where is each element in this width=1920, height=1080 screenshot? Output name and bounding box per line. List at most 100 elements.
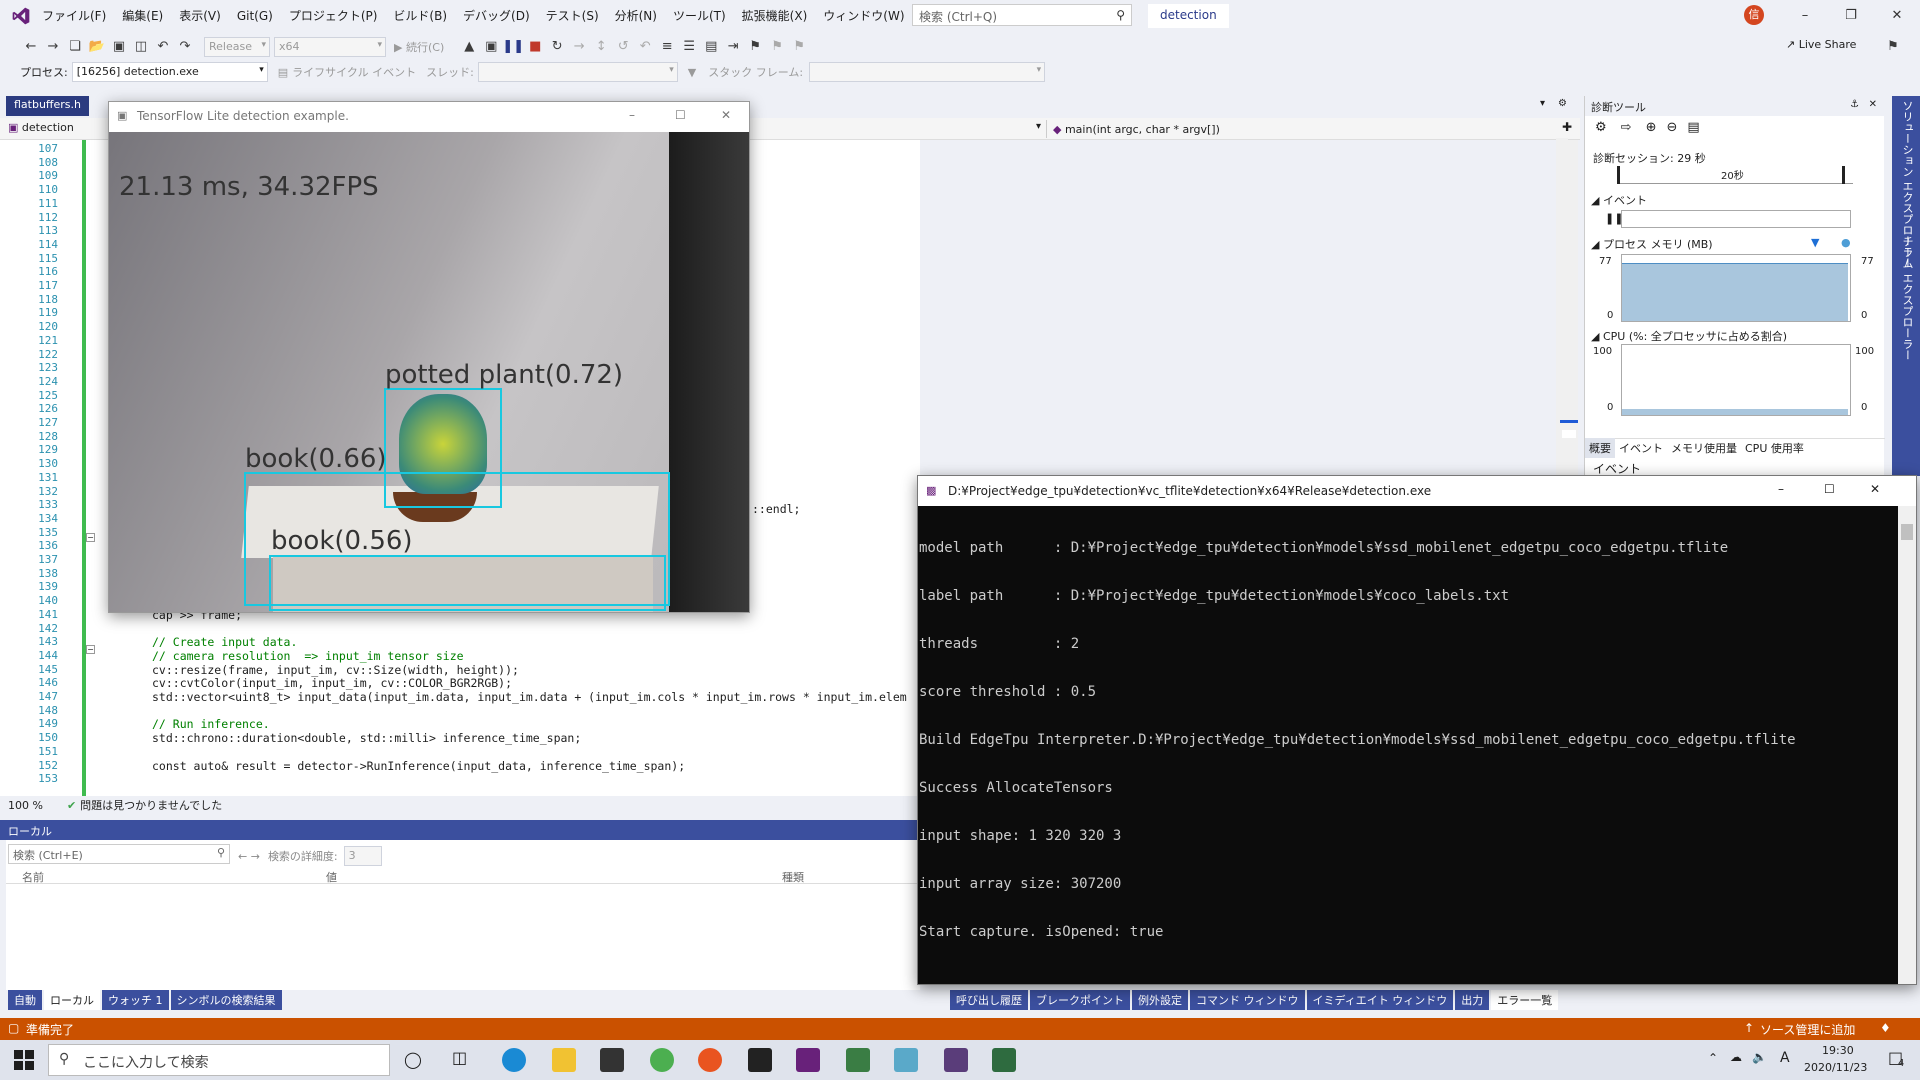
timeline-ruler[interactable]: 20秒	[1617, 166, 1853, 184]
menu-file[interactable]: ファイル(F)	[34, 0, 114, 32]
export-icon[interactable]: ⇨	[1621, 120, 1632, 135]
depth-select[interactable]: 3	[343, 846, 382, 866]
step-out-icon[interactable]: ↺	[612, 36, 634, 58]
pin-icon[interactable]: ⚓	[1850, 99, 1859, 110]
tf-window-title-bar[interactable]: ▣ TensorFlow Lite detection example. – ☐…	[109, 102, 749, 132]
bookmark-icon[interactable]: ⚑	[744, 36, 766, 58]
edge-icon[interactable]	[502, 1048, 526, 1072]
tab-memory-usage[interactable]: メモリ使用量	[1667, 438, 1741, 458]
windows-start-icon[interactable]	[14, 1050, 34, 1070]
tab-breakpoints[interactable]: ブレークポイント	[1030, 990, 1130, 1010]
console-window[interactable]: ▩ D:¥Project¥edge_tpu¥detection¥vc_tflit…	[917, 475, 1917, 985]
tab-events[interactable]: イベント	[1615, 438, 1667, 458]
collapse-arrow-icon[interactable]: ◢	[1591, 238, 1599, 251]
tab-flatbuffers-h[interactable]: flatbuffers.h	[6, 96, 90, 116]
menu-view[interactable]: 表示(V)	[171, 0, 229, 32]
menu-project[interactable]: プロジェクト(P)	[281, 0, 386, 32]
chevron-down-icon[interactable]: ▾	[1036, 121, 1041, 132]
tab-exception-settings[interactable]: 例外設定	[1132, 990, 1188, 1010]
process-select[interactable]: [16256] detection.exe ▾	[71, 62, 268, 82]
new-project-icon[interactable]: ❏	[64, 36, 86, 58]
maximize-button[interactable]: ☐	[1824, 482, 1835, 496]
chrome-icon[interactable]	[650, 1048, 674, 1072]
console-title-bar[interactable]: ▩ D:¥Project¥edge_tpu¥detection¥vc_tflit…	[918, 476, 1916, 506]
filter-icon[interactable]: ▼	[688, 66, 696, 79]
cpu-chart[interactable]	[1621, 344, 1851, 416]
back-icon[interactable]: ←	[238, 850, 247, 863]
platform-select[interactable]: x64 ▾	[274, 37, 386, 57]
feedback-icon[interactable]: ⚑	[1882, 36, 1904, 58]
debug-console-icon[interactable]	[944, 1048, 968, 1072]
console-output[interactable]: model path : D:¥Project¥edge_tpu¥detecti…	[918, 506, 1898, 984]
scroll-thumb[interactable]	[1562, 430, 1576, 438]
tab-summary[interactable]: 概要	[1585, 437, 1615, 458]
collapse-arrow-icon[interactable]: ◢	[1591, 194, 1599, 207]
open-file-icon[interactable]: 📂	[86, 36, 108, 58]
close-icon[interactable]: ✕	[1869, 99, 1877, 110]
column-header-name[interactable]: 名前	[22, 869, 44, 885]
cortana-icon[interactable]: ◯	[404, 1050, 422, 1069]
thread-select[interactable]: ▾	[477, 62, 678, 82]
step-back-icon[interactable]: ↶	[634, 36, 656, 58]
tab-team-explorer[interactable]: チーム エクスプローラー	[1899, 236, 1915, 361]
tab-cpu-usage[interactable]: CPU 使用率	[1741, 438, 1808, 458]
zoom-level[interactable]: 100 %	[8, 799, 43, 812]
project-nav[interactable]: ▣ detection	[8, 121, 74, 134]
vertical-scrollbar[interactable]	[1560, 140, 1578, 476]
minimize-button[interactable]: –	[1782, 0, 1828, 32]
next-bookmark-icon[interactable]: ⚑	[788, 36, 810, 58]
screenshot-icon[interactable]: ▣	[480, 36, 502, 58]
source-control-button[interactable]: ソース管理に追加	[1760, 1021, 1855, 1038]
tab-call-stack[interactable]: 呼び出し履歴	[950, 990, 1028, 1010]
search-input[interactable]: 検索 (Ctrl+Q) ⚲	[912, 4, 1132, 26]
step-into-icon[interactable]: →	[568, 36, 590, 58]
tab-command-window[interactable]: コマンド ウィンドウ	[1190, 990, 1305, 1010]
scroll-thumb[interactable]	[1901, 524, 1913, 540]
maximize-button[interactable]: ☐	[675, 108, 686, 122]
ubuntu-icon[interactable]	[698, 1048, 722, 1072]
app-icon[interactable]	[894, 1048, 918, 1072]
file-explorer-icon[interactable]	[552, 1048, 576, 1072]
ime-indicator[interactable]: A	[1780, 1050, 1790, 1066]
gear-icon[interactable]: ⚙	[1558, 98, 1567, 109]
redo-icon[interactable]: ↷	[174, 36, 196, 58]
console-scrollbar[interactable]	[1898, 506, 1916, 984]
clock-time[interactable]: 19:30	[1822, 1044, 1854, 1057]
close-button[interactable]: ✕	[721, 108, 731, 122]
comment-icon[interactable]: ▤	[700, 36, 722, 58]
continue-button[interactable]: ▶ 続行(C)	[394, 39, 444, 55]
restart-icon[interactable]: ↻	[546, 36, 568, 58]
close-button[interactable]: ✕	[1870, 482, 1880, 496]
tab-autos[interactable]: 自動	[8, 990, 42, 1010]
tab-locals[interactable]: ローカル	[44, 990, 100, 1010]
collapse-arrow-icon[interactable]: ◢	[1591, 330, 1599, 343]
prev-bookmark-icon[interactable]: ⚑	[766, 36, 788, 58]
avatar[interactable]: 信	[1744, 5, 1764, 25]
locals-search-input[interactable]: 検索 (Ctrl+E) ⚲	[8, 844, 230, 864]
tab-output[interactable]: 出力	[1455, 990, 1490, 1010]
zoom-out-icon[interactable]: ⊖	[1666, 120, 1677, 135]
chevron-up-icon[interactable]: ⌃	[1708, 1051, 1718, 1065]
notification-bell-icon[interactable]: ♦	[1880, 1021, 1891, 1035]
stop-icon[interactable]: ■	[524, 36, 546, 58]
menu-build[interactable]: ビルド(B)	[385, 0, 455, 32]
minimize-button[interactable]: –	[629, 108, 635, 122]
indent-icon[interactable]: ⇥	[722, 36, 744, 58]
thread-icon[interactable]: ≡	[656, 36, 678, 58]
clock-date[interactable]: 2020/11/23	[1804, 1061, 1867, 1074]
tab-symbol-search[interactable]: シンボルの検索結果	[170, 990, 282, 1010]
function-nav[interactable]: ◆ main(int argc, char * argv[])	[1046, 120, 1556, 138]
tab-immediate-window[interactable]: イミディエイト ウィンドウ	[1306, 990, 1454, 1010]
store-icon[interactable]	[600, 1048, 624, 1072]
menu-tools[interactable]: ツール(T)	[665, 0, 734, 32]
tab-watch1[interactable]: ウォッチ 1	[102, 990, 169, 1010]
save-icon[interactable]: ▣	[108, 36, 130, 58]
menu-debug[interactable]: デバッグ(D)	[455, 0, 538, 32]
terminal-icon[interactable]	[748, 1048, 772, 1072]
split-icon[interactable]: ✚	[1562, 120, 1572, 134]
onedrive-icon[interactable]: ☁	[1730, 1050, 1742, 1064]
forward-icon[interactable]: →	[251, 850, 260, 863]
restore-button[interactable]: ❐	[1828, 0, 1874, 32]
column-header-type[interactable]: 種類	[782, 869, 804, 885]
back-icon[interactable]: ←	[20, 36, 42, 58]
